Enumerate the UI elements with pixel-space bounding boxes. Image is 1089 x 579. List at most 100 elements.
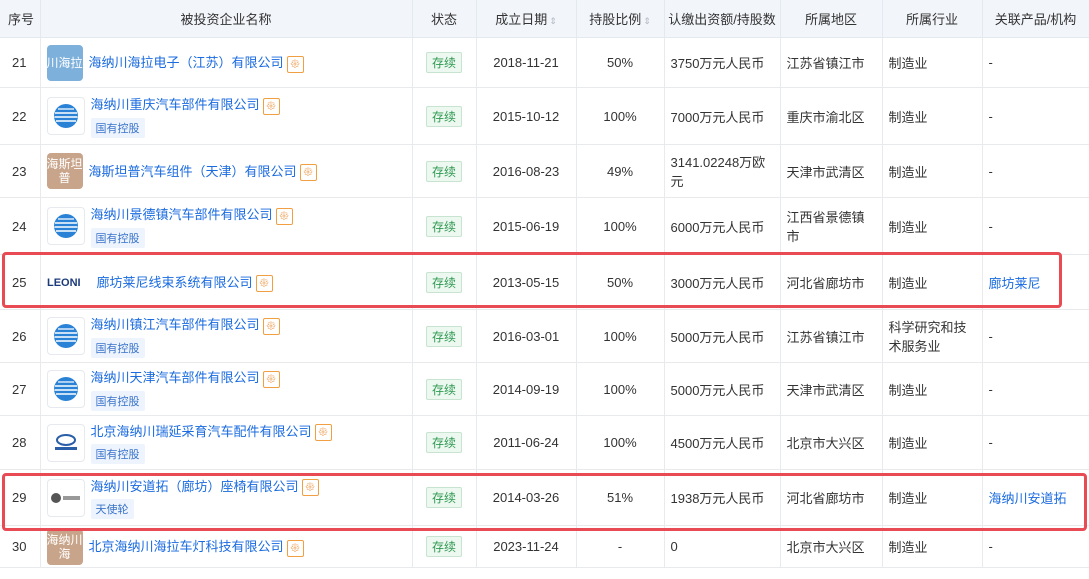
company-cell: 海斯坦普 海斯坦普汽车组件（天津）有限公司 𑁍 bbox=[40, 144, 413, 198]
capital-value: 7000万元人民币 bbox=[664, 87, 781, 145]
status-cell: 存续 bbox=[412, 254, 477, 310]
related-product[interactable]: 廊坊莱尼 bbox=[982, 254, 1089, 310]
share-ratio: 100% bbox=[576, 87, 665, 145]
status-cell: 存续 bbox=[412, 362, 477, 416]
header-related-product: 关联产品/机构 bbox=[982, 0, 1089, 38]
company-name-link[interactable]: 北京海纳川瑞延采育汽车配件有限公司 bbox=[91, 424, 312, 439]
industry-value: 制造业 bbox=[882, 87, 983, 145]
ownership-tag: 国有控股 bbox=[90, 117, 145, 138]
region-value: 江西省景德镇市 bbox=[780, 197, 883, 255]
header-share-ratio[interactable]: 持股比例 ⇕ bbox=[576, 0, 665, 38]
capital-value: 6000万元人民币 bbox=[664, 197, 781, 255]
status-badge: 存续 bbox=[425, 105, 462, 127]
company-cell: 海纳川天津汽车部件有限公司 𑁍 国有控股 bbox=[40, 362, 413, 416]
status-badge: 存续 bbox=[425, 52, 462, 73]
status-cell: 存续 bbox=[412, 87, 477, 145]
svg-text:LEONI: LEONI bbox=[47, 277, 81, 289]
company-name-link[interactable]: 海纳川景德镇汽车部件有限公司 bbox=[91, 207, 273, 222]
industry-value: 制造业 bbox=[882, 469, 983, 526]
row-index: 29 bbox=[0, 469, 41, 526]
company-name-link[interactable]: 廊坊莱尼线束系统有限公司 bbox=[97, 275, 253, 290]
company-logo: 海斯坦普 bbox=[46, 153, 83, 189]
equity-badge-icon[interactable]: 𑁍 bbox=[286, 55, 304, 73]
share-ratio: 100% bbox=[576, 362, 665, 416]
status-cell: 存续 bbox=[412, 144, 477, 198]
equity-badge-icon[interactable]: 𑁍 bbox=[262, 97, 280, 115]
row-index: 26 bbox=[0, 309, 41, 363]
header-found-date[interactable]: 成立日期 ⇕ bbox=[476, 0, 577, 38]
capital-value: 0 bbox=[664, 525, 781, 568]
sort-icon[interactable]: ⇕ bbox=[549, 16, 557, 26]
table-row: 25 LEONI 廊坊莱尼线束系统有限公司 𑁍 存续 2013-05-15 50%… bbox=[0, 254, 1089, 310]
equity-badge-icon[interactable]: 𑁍 bbox=[286, 539, 304, 557]
row-index: 24 bbox=[0, 197, 41, 255]
company-name-link[interactable]: 海斯坦普汽车组件（天津）有限公司 bbox=[89, 164, 297, 179]
region-value: 河北省廊坊市 bbox=[780, 254, 883, 310]
status-badge: 存续 bbox=[425, 378, 462, 400]
sort-icon[interactable]: ⇕ bbox=[643, 16, 651, 26]
region-value: 北京市大兴区 bbox=[780, 525, 883, 568]
status-badge: 存续 bbox=[425, 487, 462, 508]
header-status: 状态 bbox=[412, 0, 477, 38]
related-product: - bbox=[982, 415, 1089, 470]
table-row: 28 北京海纳川瑞延采育汽车配件有限公司 𑁍 国有控股 存续 2011-06-24… bbox=[0, 415, 1089, 470]
company-name-link[interactable]: 海纳川安道拓（廊坊）座椅有限公司 bbox=[91, 479, 299, 494]
related-product: - bbox=[982, 362, 1089, 416]
company-name-link[interactable]: 海纳川镇江汽车部件有限公司 bbox=[91, 317, 260, 332]
capital-value: 3141.02248万欧元 bbox=[664, 144, 781, 198]
equity-badge-icon[interactable]: 𑁍 bbox=[314, 424, 332, 442]
ownership-tag: 国有控股 bbox=[90, 337, 145, 358]
status-cell: 存续 bbox=[412, 309, 477, 363]
status-badge: 存续 bbox=[425, 432, 462, 453]
found-date: 2011-06-24 bbox=[476, 415, 577, 470]
status-cell: 存续 bbox=[412, 469, 477, 526]
status-cell: 存续 bbox=[412, 415, 477, 470]
share-ratio: 50% bbox=[576, 254, 665, 310]
found-date: 2016-08-23 bbox=[476, 144, 577, 198]
related-product: - bbox=[982, 144, 1089, 198]
company-cell: 海纳川海 北京海纳川海拉车灯科技有限公司 𑁍 bbox=[40, 525, 413, 568]
industry-value: 制造业 bbox=[882, 197, 983, 255]
header-company-name: 被投资企业名称 bbox=[40, 0, 413, 38]
company-name-link[interactable]: 海纳川天津汽车部件有限公司 bbox=[91, 370, 260, 385]
share-ratio: 100% bbox=[576, 309, 665, 363]
found-date: 2016-03-01 bbox=[476, 309, 577, 363]
equity-badge-icon[interactable]: 𑁍 bbox=[301, 479, 319, 497]
row-index: 22 bbox=[0, 87, 41, 145]
globe-logo-icon bbox=[46, 317, 85, 355]
equity-badge-icon[interactable]: 𑁍 bbox=[299, 164, 317, 182]
industry-value: 科学研究和技术服务业 bbox=[882, 309, 983, 363]
seat-logo-icon bbox=[46, 478, 85, 517]
header-industry: 所属行业 bbox=[882, 0, 983, 38]
company-name-link[interactable]: 海纳川海拉电子（江苏）有限公司 bbox=[89, 55, 284, 70]
found-date: 2018-11-21 bbox=[476, 37, 577, 88]
capital-value: 1938万元人民币 bbox=[664, 469, 781, 526]
industry-value: 制造业 bbox=[882, 415, 983, 470]
equity-badge-icon[interactable]: 𑁍 bbox=[275, 207, 293, 225]
related-product: - bbox=[982, 87, 1089, 145]
leoni-logo-icon: LEONI bbox=[46, 264, 91, 300]
equity-badge-icon[interactable]: 𑁍 bbox=[262, 370, 280, 388]
company-cell: 海纳川镇江汽车部件有限公司 𑁍 国有控股 bbox=[40, 309, 413, 363]
status-cell: 存续 bbox=[412, 197, 477, 255]
ownership-tag: 国有控股 bbox=[90, 390, 145, 411]
company-cell: 北京海纳川瑞延采育汽车配件有限公司 𑁍 国有控股 bbox=[40, 415, 413, 470]
status-cell: 存续 bbox=[412, 37, 477, 88]
table-row: 26 海纳川镇江汽车部件有限公司 𑁍 国有控股 存续 2016-03-01 100… bbox=[0, 309, 1089, 363]
table-row: 29 海纳川安道拓（廊坊）座椅有限公司 𑁍 天使轮 存续 2014-03-26 5… bbox=[0, 469, 1089, 526]
car-logo-icon bbox=[46, 423, 85, 462]
related-product: - bbox=[982, 309, 1089, 363]
company-name-link[interactable]: 海纳川重庆汽车部件有限公司 bbox=[91, 97, 260, 112]
ownership-tag: 天使轮 bbox=[90, 499, 134, 520]
region-value: 江苏省镇江市 bbox=[780, 309, 883, 363]
company-name-link[interactable]: 北京海纳川海拉车灯科技有限公司 bbox=[89, 539, 284, 554]
equity-badge-icon[interactable]: 𑁍 bbox=[262, 317, 280, 335]
capital-value: 5000万元人民币 bbox=[664, 362, 781, 416]
globe-logo-icon bbox=[46, 97, 85, 135]
industry-value: 制造业 bbox=[882, 525, 983, 568]
equity-badge-icon[interactable]: 𑁍 bbox=[255, 275, 273, 293]
company-cell: 海纳川安道拓（廊坊）座椅有限公司 𑁍 天使轮 bbox=[40, 469, 413, 526]
header-region: 所属地区 bbox=[780, 0, 883, 38]
related-product[interactable]: 海纳川安道拓 bbox=[982, 469, 1089, 526]
share-ratio: - bbox=[576, 525, 665, 568]
